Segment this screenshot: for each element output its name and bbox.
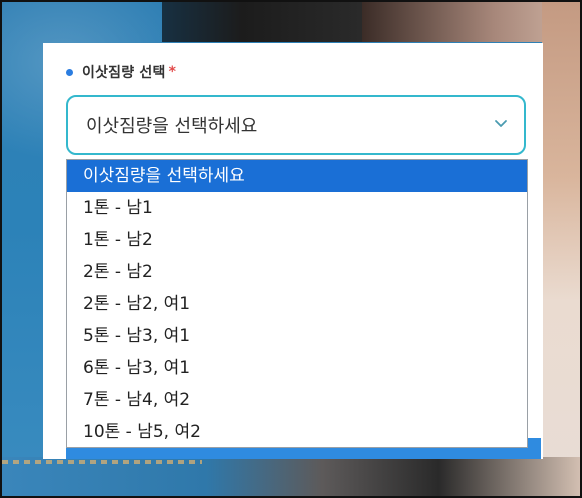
dropdown-option[interactable]: 10톤 - 남5, 여2: [67, 416, 527, 448]
chevron-down-icon: [495, 120, 507, 127]
background-photo-top: [162, 2, 362, 42]
background-seam: [2, 460, 202, 464]
select-dropdown-list: 이삿짐량을 선택하세요 1톤 - 남1 1톤 - 남2 2톤 - 남2 2톤 -…: [66, 159, 528, 448]
background-photo-right: [542, 2, 580, 496]
screenshot-frame: 이삿짐량 선택 * 이삿짐량을 선택하세요 이삿짐량을 선택하세요 1톤 - 남…: [0, 0, 582, 498]
dropdown-option[interactable]: 7톤 - 남4, 여2: [67, 384, 527, 416]
dropdown-option[interactable]: 이삿짐량을 선택하세요: [67, 160, 527, 192]
bullet-dot-icon: [66, 68, 73, 76]
select-current-value: 이삿짐량을 선택하세요: [86, 116, 258, 137]
dropdown-option[interactable]: 6톤 - 남3, 여1: [67, 352, 527, 384]
dropdown-option[interactable]: 2톤 - 남2, 여1: [67, 288, 527, 320]
dropdown-option[interactable]: 1톤 - 남1: [67, 192, 527, 224]
field-label: 이삿짐량 선택: [82, 65, 166, 81]
dropdown-option[interactable]: 2톤 - 남2: [67, 256, 527, 288]
field-label-row: 이삿짐량 선택 *: [66, 63, 176, 81]
moving-volume-select[interactable]: 이삿짐량을 선택하세요: [66, 95, 526, 155]
dropdown-option[interactable]: 5톤 - 남3, 여1: [67, 320, 527, 352]
dropdown-option[interactable]: 1톤 - 남2: [67, 224, 527, 256]
required-mark: *: [168, 64, 176, 80]
